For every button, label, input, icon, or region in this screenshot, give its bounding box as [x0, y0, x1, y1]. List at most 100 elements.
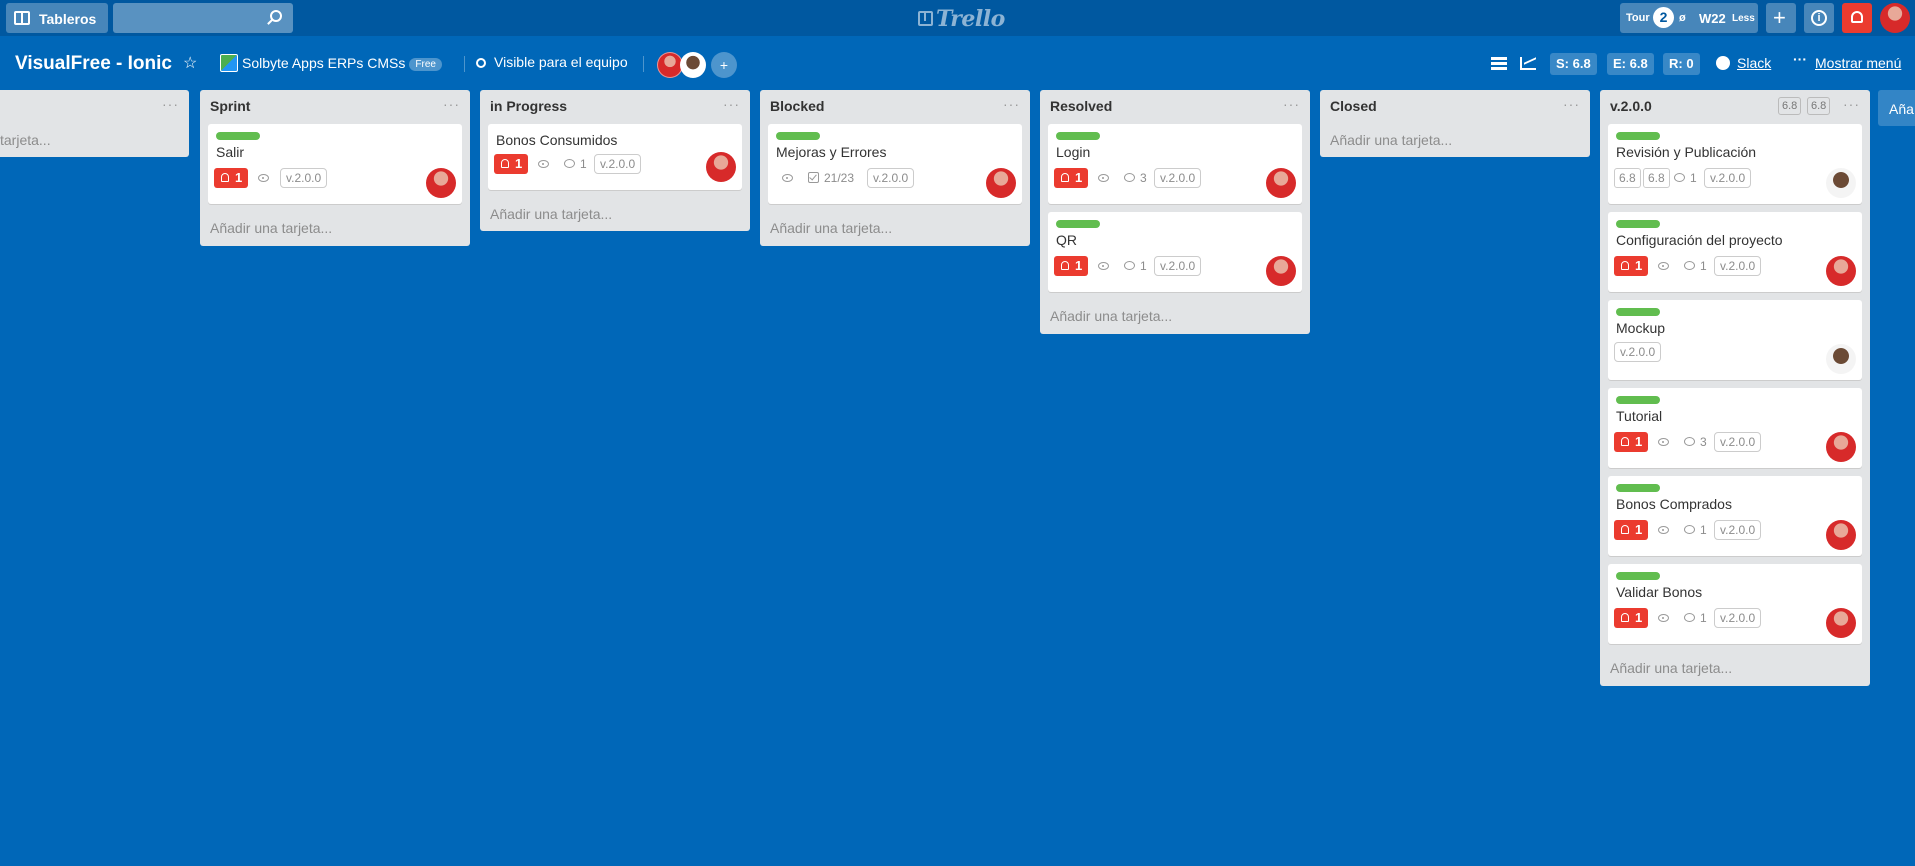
comment-icon [1674, 173, 1685, 182]
comment-count: 1 [1690, 171, 1697, 185]
show-menu-link[interactable]: Mostrar menú [1815, 55, 1901, 71]
info-button[interactable]: i [1804, 3, 1834, 33]
card[interactable]: Tutorial 1 3 v.2.0.0 [1608, 388, 1862, 468]
plus-icon: + [1773, 5, 1786, 30]
bell-icon [1621, 613, 1629, 622]
card[interactable]: Validar Bonos 1 1 v.2.0.0 [1608, 564, 1862, 644]
card-member-avatar[interactable] [1826, 432, 1856, 462]
plan-badge: Free [409, 58, 442, 71]
card[interactable]: Mockup v.2.0.0 [1608, 300, 1862, 380]
card[interactable]: Mejoras y Errores 21/23 v.2.0.0 [768, 124, 1022, 204]
list-menu-icon[interactable]: ··· [1283, 96, 1300, 112]
card[interactable]: Salir 1 v.2.0.0 [208, 124, 462, 204]
team-name: Solbyte Apps ERPs CMSs [242, 55, 406, 71]
list-menu-icon[interactable]: ··· [1003, 96, 1020, 112]
card-member-avatar[interactable] [1826, 256, 1856, 286]
notification-badge: 1 [1614, 256, 1648, 276]
star-icon[interactable]: ☆ [183, 53, 197, 73]
search-input[interactable] [113, 3, 293, 33]
list-score-badge: 6.8 [1807, 97, 1831, 115]
version-badge: v.2.0.0 [1714, 520, 1762, 540]
notification-badge: 1 [214, 168, 248, 188]
stat-r[interactable]: R: 0 [1663, 53, 1700, 75]
card[interactable]: QR 1 1 v.2.0.0 [1048, 212, 1302, 292]
search-icon[interactable] [270, 10, 282, 22]
list-menu-icon[interactable]: ··· [1563, 96, 1580, 112]
bell-icon [1621, 437, 1629, 446]
card[interactable]: Configuración del proyecto 1 1 v.2.0.0 [1608, 212, 1862, 292]
card-title: Mejoras y Errores [776, 144, 887, 160]
visibility-button[interactable]: Visible para el equipo [476, 54, 628, 70]
card[interactable]: Bonos Comprados 1 1 v.2.0.0 [1608, 476, 1862, 556]
user-avatar[interactable] [1880, 3, 1910, 33]
list-menu-icon[interactable]: ··· [443, 96, 460, 112]
add-list-partial[interactable]: Aña [1878, 90, 1915, 126]
add-card-link[interactable]: Añadir una tarjeta... [210, 220, 332, 236]
score-badge: 6.8 [1614, 168, 1641, 188]
card-label-green [1616, 396, 1660, 404]
list-title[interactable]: Resolved [1050, 98, 1112, 114]
stat-e[interactable]: E: 6.8 [1607, 53, 1654, 75]
notification-count: 1 [235, 170, 243, 185]
add-member-icon[interactable]: + [711, 52, 737, 78]
notification-badge: 1 [1054, 168, 1088, 188]
list-view-icon[interactable] [1491, 57, 1507, 70]
add-card-link[interactable]: Añadir una tarjeta... [770, 220, 892, 236]
version-badge: v.2.0.0 [1714, 608, 1762, 628]
boards-button[interactable]: Tableros [6, 3, 108, 33]
less-label[interactable]: Less [1732, 13, 1755, 24]
add-card-link[interactable]: Añadir una tarjeta... [1330, 132, 1452, 148]
list-menu-icon[interactable]: ··· [1843, 96, 1860, 112]
card-member-avatar[interactable] [426, 168, 456, 198]
bell-icon [1061, 261, 1069, 270]
stat-s[interactable]: S: 6.8 [1550, 53, 1597, 75]
add-card-link[interactable]: Añadir una tarjeta... [1610, 660, 1732, 676]
notification-badge: 1 [1614, 608, 1648, 628]
menu-dots-icon[interactable]: ··· [1793, 51, 1807, 67]
comment-count: 1 [1700, 523, 1707, 537]
chart-icon[interactable] [1520, 57, 1536, 70]
notification-badge: 1 [1614, 432, 1648, 452]
notification-badge: 1 [1614, 520, 1648, 540]
list-menu-icon[interactable]: ··· [723, 96, 740, 112]
version-badge: v.2.0.0 [1704, 168, 1752, 188]
notifications-button[interactable] [1842, 3, 1872, 33]
add-card-link[interactable]: tarjeta... [0, 132, 51, 148]
card-member-avatar[interactable] [1266, 168, 1296, 198]
list-title[interactable]: in Progress [490, 98, 567, 114]
list-title[interactable]: v.2.0.0 [1610, 98, 1652, 114]
card-member-avatar[interactable] [1826, 168, 1856, 198]
list-title[interactable]: Closed [1330, 98, 1377, 114]
card-label-green [1056, 132, 1100, 140]
board-header: VisualFree - Ionic ☆ Solbyte Apps ERPs C… [0, 44, 1915, 84]
card-member-avatar[interactable] [986, 168, 1016, 198]
card[interactable]: Revisión y Publicación 6.8 6.8 1 v.2.0.0 [1608, 124, 1862, 204]
board-title[interactable]: VisualFree - Ionic [15, 53, 172, 75]
team-link[interactable]: Solbyte Apps ERPs CMSs Free [220, 54, 442, 72]
card[interactable]: Login 1 3 v.2.0.0 [1048, 124, 1302, 204]
card-title: Salir [216, 144, 245, 160]
add-button[interactable]: + [1766, 3, 1796, 33]
card-member-avatar[interactable] [706, 152, 736, 182]
list-title[interactable]: Sprint [210, 98, 250, 114]
card-member-avatar[interactable] [1826, 520, 1856, 550]
team-logo-icon [220, 54, 238, 72]
card[interactable]: Bonos Consumidos 1 1 v.2.0.0 [488, 124, 742, 190]
card-title: Bonos Comprados [1616, 496, 1732, 512]
card-title: Login [1056, 144, 1091, 160]
list-title[interactable]: Blocked [770, 98, 824, 114]
card-member-avatar[interactable] [1826, 344, 1856, 374]
trello-logo[interactable]: Trello [918, 6, 1005, 32]
add-card-link[interactable]: Añadir una tarjeta... [490, 206, 612, 222]
card-member-avatar[interactable] [1266, 256, 1296, 286]
comment-icon [1124, 261, 1135, 270]
add-card-link[interactable]: Añadir una tarjeta... [1050, 308, 1172, 324]
tour-widget[interactable]: Tour 2 ø W22 Less [1620, 3, 1758, 33]
list-menu-icon[interactable]: ··· [162, 96, 179, 112]
card-member-avatar[interactable] [1826, 608, 1856, 638]
member-avatar[interactable] [680, 52, 706, 78]
comment-count: 1 [580, 157, 587, 171]
slack-link[interactable]: Slack [1737, 55, 1771, 71]
watch-icon [782, 174, 793, 182]
list-in-progress: in Progress ··· Bonos Consumidos 1 1 v.2… [480, 90, 750, 231]
